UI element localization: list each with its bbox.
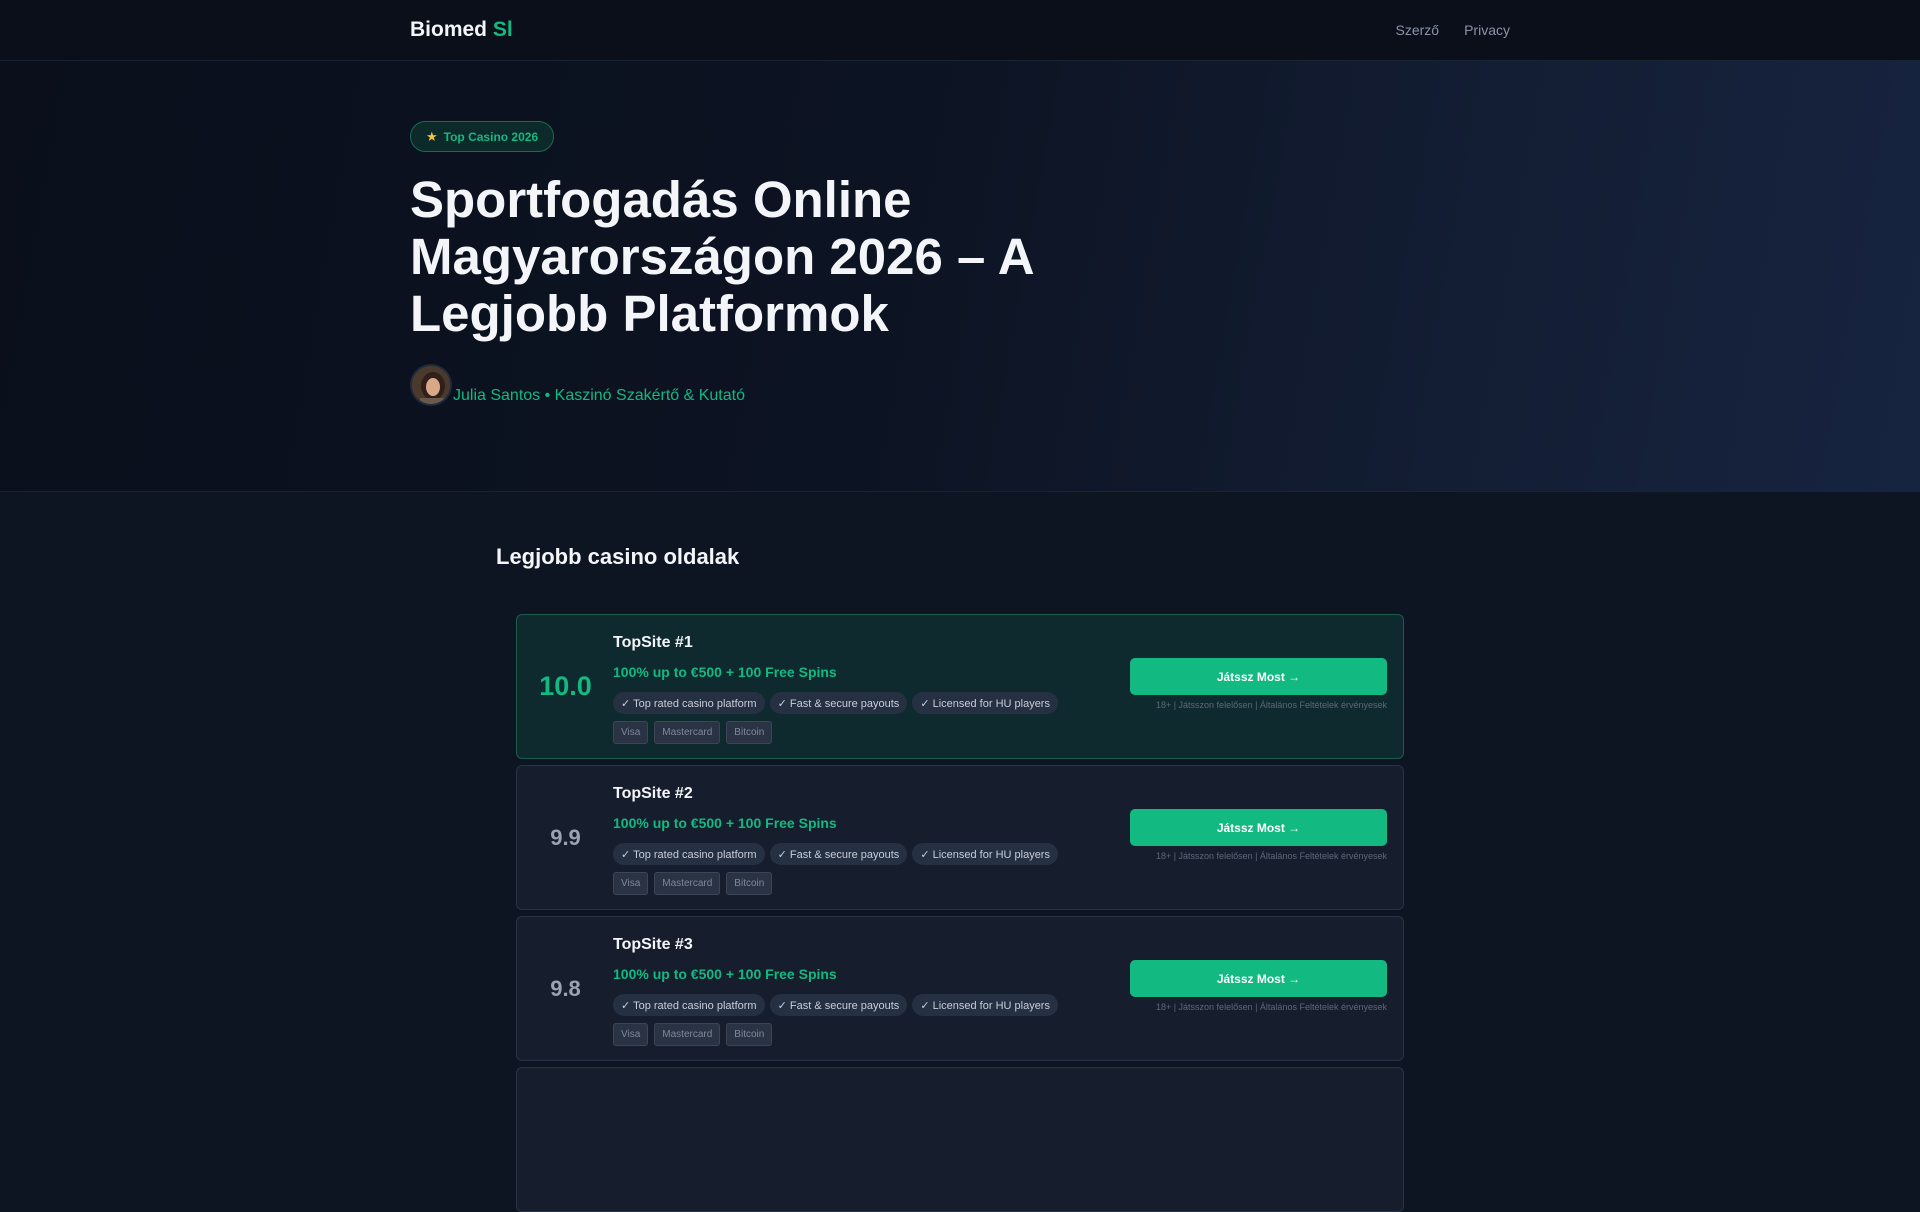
- terms-disclaimer: 18+ | Játsszon felelősen | Általános Fel…: [1155, 851, 1387, 861]
- casino-card: 9.8 TopSite #3 100% up to €500 + 100 Fre…: [516, 916, 1404, 1061]
- main-nav: Szerző Privacy: [1396, 22, 1510, 38]
- feature-tag: ✓ Licensed for HU players: [912, 843, 1058, 865]
- bonus-offer: 100% up to €500 + 100 Free Spins: [613, 664, 837, 680]
- site-name: TopSite #2: [613, 785, 693, 802]
- top-navbar: Biomed Sl Szerző Privacy: [0, 0, 1920, 61]
- author-name[interactable]: Julia Santos • Kaszinó Szakértő & Kutató: [453, 386, 745, 406]
- top-casino-badge: ★ Top Casino 2026: [410, 121, 555, 152]
- rating-score: 9.9: [550, 824, 581, 850]
- bonus-offer: 100% up to €500 + 100 Free Spins: [613, 966, 837, 982]
- feature-tag: ✓ Licensed for HU players: [912, 994, 1058, 1016]
- feature-tag: ✓ Fast & secure payouts: [769, 843, 908, 865]
- payment-methods: Visa Mastercard Bitcoin: [613, 1023, 773, 1046]
- page-title: Sportfogadás Online Magyarországon 2026 …: [410, 171, 1033, 342]
- casino-card: 10.0 TopSite #1 100% up to €500 + 100 Fr…: [516, 614, 1404, 759]
- payment-visa: Visa: [613, 721, 649, 744]
- payment-bitcoin: Bitcoin: [726, 1023, 773, 1046]
- payment-methods: Visa Mastercard Bitcoin: [613, 721, 773, 744]
- logo-accent-text: Sl: [492, 18, 513, 41]
- bonus-offer: 100% up to €500 + 100 Free Spins: [613, 815, 837, 831]
- payment-bitcoin: Bitcoin: [726, 721, 773, 744]
- feature-tag: ✓ Licensed for HU players: [912, 692, 1058, 714]
- badge-label: Top Casino 2026: [443, 129, 539, 144]
- hero-section: ★ Top Casino 2026 Sportfogadás Online Ma…: [0, 61, 1920, 492]
- site-name: TopSite #3: [613, 936, 693, 953]
- casino-card: [516, 1067, 1404, 1212]
- feature-tags: ✓ Top rated casino platform ✓ Fast & sec…: [613, 843, 1058, 865]
- casino-list-title: Legjobb casino oldalak: [496, 544, 740, 569]
- feature-tag: ✓ Top rated casino platform: [613, 994, 765, 1016]
- logo-main-text: Biomed: [410, 18, 488, 41]
- play-now-button[interactable]: Játssz Most →: [1130, 960, 1387, 997]
- author-byline: Julia Santos • Kaszinó Szakértő & Kutató: [410, 364, 745, 406]
- play-now-button[interactable]: Játssz Most →: [1130, 658, 1387, 695]
- feature-tag: ✓ Top rated casino platform: [613, 843, 765, 865]
- payment-bitcoin: Bitcoin: [726, 872, 773, 895]
- payment-mastercard: Mastercard: [654, 872, 721, 895]
- feature-tag: ✓ Top rated casino platform: [613, 692, 765, 714]
- rating-score: 10.0: [539, 671, 592, 701]
- site-name: TopSite #1: [613, 634, 693, 651]
- rating-score: 9.8: [550, 975, 581, 1001]
- site-logo[interactable]: Biomed Sl: [410, 18, 513, 42]
- payment-methods: Visa Mastercard Bitcoin: [613, 872, 773, 895]
- nav-link-author[interactable]: Szerző: [1396, 22, 1440, 38]
- payment-visa: Visa: [613, 872, 649, 895]
- terms-disclaimer: 18+ | Játsszon felelősen | Általános Fel…: [1155, 700, 1387, 710]
- star-icon: ★: [426, 128, 438, 144]
- payment-visa: Visa: [613, 1023, 649, 1046]
- casino-card: 9.9 TopSite #2 100% up to €500 + 100 Fre…: [516, 765, 1404, 910]
- author-avatar: [410, 364, 452, 406]
- feature-tag: ✓ Fast & secure payouts: [769, 994, 908, 1016]
- payment-mastercard: Mastercard: [654, 721, 721, 744]
- payment-mastercard: Mastercard: [654, 1023, 721, 1046]
- play-now-button[interactable]: Játssz Most →: [1130, 809, 1387, 846]
- terms-disclaimer: 18+ | Játsszon felelősen | Általános Fel…: [1155, 1002, 1387, 1012]
- feature-tag: ✓ Fast & secure payouts: [769, 692, 908, 714]
- feature-tags: ✓ Top rated casino platform ✓ Fast & sec…: [613, 692, 1058, 714]
- nav-link-privacy[interactable]: Privacy: [1464, 22, 1510, 38]
- feature-tags: ✓ Top rated casino platform ✓ Fast & sec…: [613, 994, 1058, 1016]
